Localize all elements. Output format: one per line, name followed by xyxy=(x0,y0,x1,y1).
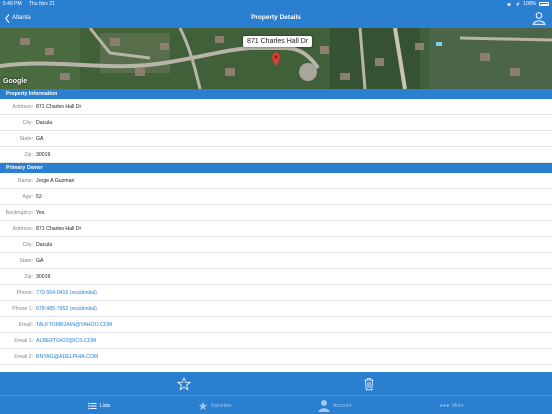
row-value: 30019 xyxy=(36,151,51,158)
row-label: Phone 1: xyxy=(12,305,33,312)
row-label: Zip: xyxy=(24,273,33,280)
row-value: Jorge A Guzman xyxy=(36,177,75,184)
table-row: Email 2: BNYAG@ADELPHIA.COM xyxy=(0,349,552,365)
list-icon xyxy=(88,402,97,409)
page-title: Property Details xyxy=(251,14,301,21)
table-row: Email 1: ALBERTO423@ICS.COM xyxy=(0,333,552,349)
row-value: Dacula xyxy=(36,119,53,126)
row-value: GA xyxy=(36,257,44,264)
battery-percent: 100% xyxy=(523,1,536,7)
email-link[interactable]: TALKTOMRJAIN@YAHOO.COM xyxy=(36,322,112,328)
status-bar: 5:49 PM Thu Nov 21 100% xyxy=(0,0,552,8)
row-label: Bankruptcy: xyxy=(5,209,33,216)
table-row: Bankruptcy: Yes xyxy=(0,205,552,221)
table-row: City: Dacula xyxy=(0,115,552,131)
google-logo: Google xyxy=(3,78,28,85)
navigation-bar: Atlanta Property Details xyxy=(0,8,552,28)
table-row: Age: 52 xyxy=(0,189,552,205)
table-row: Address: 871 Charles Hall Dr xyxy=(0,221,552,237)
table-row: Name: Jorge A Guzman xyxy=(0,173,552,189)
ellipsis-icon xyxy=(440,404,449,407)
delete-trash-button[interactable] xyxy=(362,377,376,391)
table-row: Address: 871 Charles Hall Dr xyxy=(0,99,552,115)
row-label: Age: xyxy=(22,193,33,200)
location-arrow-icon xyxy=(515,2,520,6)
table-row: Phone 1: 678-985-7952 (residential) xyxy=(0,301,552,317)
table-row: Zip: 30019 xyxy=(0,269,552,285)
email-link[interactable]: BNYAG@ADELPHIA.COM xyxy=(36,354,98,360)
tab-label: Account xyxy=(333,402,352,409)
row-value: 52 xyxy=(36,193,42,200)
star-icon xyxy=(198,401,208,410)
row-value: Dacula xyxy=(36,241,53,248)
property-information-header: Property Information xyxy=(0,89,552,99)
phone-link[interactable]: 770-564-0416 (residential) xyxy=(36,290,97,296)
row-value: 30019 xyxy=(36,273,51,280)
details-list[interactable]: Property Information Address: 871 Charles… xyxy=(0,89,552,372)
table-row: State: GA xyxy=(0,253,552,269)
email-link[interactable]: ALBERTO423@ICS.COM xyxy=(36,338,96,344)
row-label: Email 1: xyxy=(14,337,33,344)
tab-label: Favorites xyxy=(211,402,232,409)
row-value: GA xyxy=(36,135,44,142)
table-row: Email: TALKTOMRJAIN@YAHOO.COM xyxy=(0,317,552,333)
tab-label: Lists xyxy=(100,402,111,409)
row-label: City: xyxy=(22,119,33,126)
tab-more[interactable]: More xyxy=(440,398,463,413)
tab-lists[interactable]: Lists xyxy=(88,398,110,413)
status-date: Thu Nov 21 xyxy=(28,1,55,7)
row-label: Zip: xyxy=(24,151,33,158)
table-row: Phone: 770-564-0416 (residential) xyxy=(0,285,552,301)
status-time: 5:49 PM xyxy=(3,1,22,7)
tab-account[interactable]: Account xyxy=(318,398,351,413)
row-label: Address: xyxy=(12,103,33,110)
tab-label: More xyxy=(452,402,464,409)
tab-bar: Lists Favorites Account More xyxy=(0,395,552,414)
row-label: City: xyxy=(22,241,33,248)
row-value: Yes xyxy=(36,209,45,216)
battery-icon xyxy=(539,2,549,6)
row-label: State: xyxy=(19,257,33,264)
tab-favorites[interactable]: Favorites xyxy=(198,398,232,413)
phone-link[interactable]: 678-985-7952 (residential) xyxy=(36,306,97,312)
row-label: Address: xyxy=(12,225,33,232)
row-value: 871 Charles Hall Dr xyxy=(36,103,82,110)
primary-owner-header: Primary Owner xyxy=(0,163,552,173)
row-label: Phone: xyxy=(16,289,33,296)
row-label: Email: xyxy=(18,321,33,328)
row-value: 871 Charles Hall Dr xyxy=(36,225,82,232)
person-icon xyxy=(318,400,330,412)
row-label: State: xyxy=(19,135,33,142)
action-toolbar xyxy=(0,372,552,395)
table-row: Zip: 30019 xyxy=(0,147,552,163)
table-row: City: Dacula xyxy=(0,237,552,253)
map-callout[interactable]: 871 Charles Hall Dr xyxy=(243,36,313,47)
row-label: Email 2: xyxy=(14,353,33,360)
favorite-star-button[interactable] xyxy=(177,377,191,391)
profile-icon[interactable] xyxy=(532,11,546,25)
row-label: Name: xyxy=(17,177,33,184)
table-row: State: GA xyxy=(0,131,552,147)
wifi-icon xyxy=(507,2,512,6)
